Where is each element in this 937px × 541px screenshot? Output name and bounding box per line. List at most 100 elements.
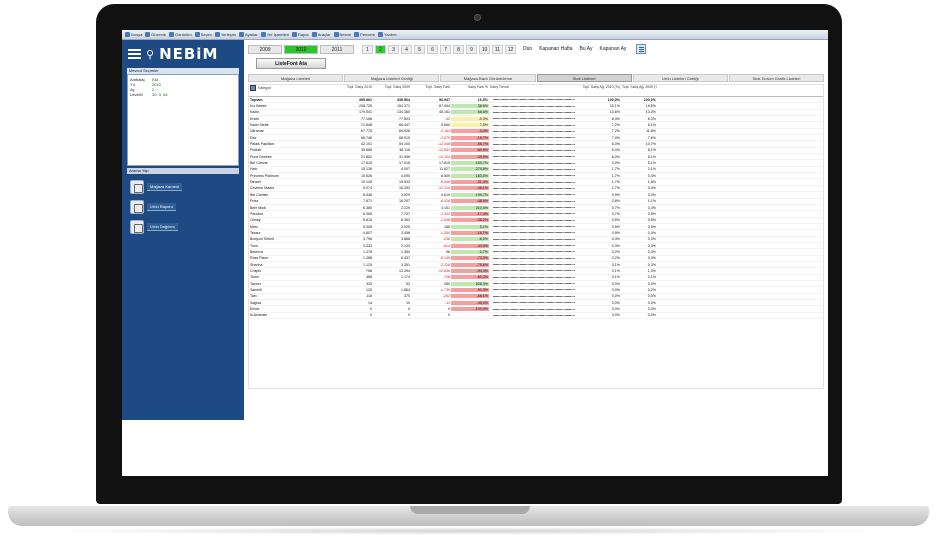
column-header[interactable]: Topl. Satış 2009 xyxy=(373,85,411,96)
report-tab[interactable]: Mağaza Listeleri xyxy=(248,74,344,82)
report-tab[interactable]: Mağaza Listeleri Grafiği xyxy=(344,74,440,82)
table-cell: 0 xyxy=(408,307,410,312)
month-filter-button[interactable]: 1 xyxy=(362,44,373,54)
table-cell: 0,8% xyxy=(611,199,620,204)
column-header[interactable]: Kategori xyxy=(249,85,335,96)
period-filter-button[interactable]: Dün xyxy=(523,46,532,52)
table-cell: -3,4% xyxy=(451,129,489,134)
table-cell xyxy=(489,269,579,272)
toolbar-item[interactable]: Düzenle xyxy=(145,32,166,37)
table-cell: -45,0% xyxy=(451,300,489,305)
month-filter-button[interactable]: 5 xyxy=(414,44,425,54)
column-header[interactable]: Satış Trendi xyxy=(489,85,579,96)
toolbar-icon xyxy=(260,32,266,37)
report-icon xyxy=(130,200,144,214)
year-filter-button[interactable]: 2010 xyxy=(284,44,318,54)
table-cell: 333 xyxy=(366,281,372,286)
month-filter-button[interactable]: 10 xyxy=(479,44,490,54)
period-filter-button[interactable]: Kapanan Ay xyxy=(600,46,627,52)
toolbar-item-label: Araçlar xyxy=(317,32,331,37)
table-row[interactable]: Is Ariarrale 0 0 0 0,0% 0,0% xyxy=(249,313,823,320)
month-filter-button[interactable]: 8 xyxy=(453,44,464,54)
table-cell: 1.350 xyxy=(401,249,410,254)
table-cell: 0,4% xyxy=(647,256,656,261)
table-cell: -238 xyxy=(442,237,450,242)
column-header[interactable]: Topl. Satış 2010 xyxy=(335,85,373,96)
period-filter-button[interactable]: Bu Ay xyxy=(580,46,593,52)
toolbar-item[interactable]: Görünüm xyxy=(169,32,192,37)
month-filter-button[interactable]: 7 xyxy=(440,44,451,54)
selection-row[interactable]: Levell3 30, 3, 54 xyxy=(130,92,236,97)
trend-sparkline xyxy=(493,206,575,209)
table-cell: 66.447 xyxy=(399,123,410,128)
toolbar-item[interactable]: Ayarlar xyxy=(239,32,258,37)
table-cell: -75,6% xyxy=(451,262,489,267)
toolbar-icon xyxy=(145,32,151,37)
sidebar-nav-button[interactable]: Ürün Dağılımı xyxy=(130,220,239,234)
sidebar-nav-button[interactable]: Mağaza Karnesi xyxy=(130,180,239,194)
column-header[interactable]: Satış Fark % xyxy=(451,85,489,96)
search-icon[interactable]: ⚲ xyxy=(146,48,154,61)
table-cell: 10.526 xyxy=(361,173,372,178)
list-font-button[interactable]: ListeFont Ata xyxy=(256,58,326,69)
table-cell: 100,7% xyxy=(451,161,489,166)
table-cell xyxy=(489,238,579,241)
table-cell: 0 xyxy=(448,313,450,318)
table-cell: 3.333 xyxy=(363,243,372,248)
month-filter-button[interactable]: 11 xyxy=(492,44,503,54)
month-filter-button[interactable]: 6 xyxy=(427,44,438,54)
toolbar-item[interactable]: Yer İşaretleri xyxy=(260,32,289,37)
toolbar-item[interactable]: Dosya xyxy=(125,32,142,37)
trend-sparkline xyxy=(493,244,575,247)
laptop-screen: Dosya Düzenle Görünüm Seçim Yerleşim Ayarlar Y… xyxy=(122,30,828,476)
table-cell: Ultramar xyxy=(250,129,264,134)
period-filter-button[interactable]: Kapanan Hafta xyxy=(539,46,572,52)
table-cell: Erkek xyxy=(250,116,260,121)
table-cell: 69.928 xyxy=(399,129,410,134)
column-header[interactable]: Topl. Satış Ağ. 2009 (%) xyxy=(621,85,657,96)
table-cell: 0 xyxy=(370,313,372,318)
toolbar-item[interactable]: Nesne xyxy=(333,32,351,37)
toolbar-item[interactable]: Seçim xyxy=(194,32,212,37)
search-panel-header[interactable]: Arama Yap xyxy=(127,168,239,174)
table-cell: 54.100 xyxy=(399,142,410,147)
column-header[interactable]: Topl. Satış Ağ. 2010 (%) xyxy=(579,85,621,96)
year-filter-button[interactable]: 2011 xyxy=(320,44,354,54)
toolbar-item[interactable]: Yerleşim xyxy=(214,32,236,37)
app-toolbar: Dosya Düzenle Görünüm Seçim Yerleşim Ayarlar Y… xyxy=(122,30,828,40)
month-filter-button[interactable]: 4 xyxy=(401,44,412,54)
table-cell: -68,1% xyxy=(451,294,489,299)
table-cell: Samirill xyxy=(250,287,262,292)
toolbar-item[interactable]: Araçlar xyxy=(311,32,331,37)
month-filter-button[interactable]: 12 xyxy=(505,44,516,54)
table-cell: 21.852 xyxy=(361,154,372,159)
year-filter-button[interactable]: 2009 xyxy=(248,44,282,54)
toolbar-item[interactable]: Rapor xyxy=(291,32,309,37)
table-cell: Dior xyxy=(250,135,257,140)
table-cell: 0,3% xyxy=(647,237,656,242)
table-cell: 5.815 xyxy=(363,218,372,223)
table-cell xyxy=(489,193,579,196)
table-cell xyxy=(489,231,579,234)
month-filter-button[interactable]: 9 xyxy=(466,44,477,54)
trend-sparkline xyxy=(493,117,575,120)
table-cell: 0,3% xyxy=(611,243,620,248)
table-cell xyxy=(489,282,579,285)
export-excel-icon[interactable] xyxy=(636,44,647,54)
sidebar-nav-button[interactable]: Ürün Raporu xyxy=(130,200,239,214)
report-tab[interactable]: Stok Durum Grafik Listeleri xyxy=(728,74,825,82)
table-cell: 183,0% xyxy=(451,173,489,178)
table-cell: -42 xyxy=(444,116,450,121)
month-filter-button[interactable]: 3 xyxy=(388,44,399,54)
report-tab[interactable]: Mağaza Bazlı Görüntüleme xyxy=(440,74,536,82)
menu-icon[interactable] xyxy=(128,49,141,59)
trend-sparkline xyxy=(493,111,575,114)
table-cell: 0,0% xyxy=(611,281,620,286)
dimension-selector[interactable]: Kategori xyxy=(250,85,334,91)
toolbar-item[interactable]: Yardım xyxy=(378,32,397,37)
column-header[interactable]: Topl. Satış Fark xyxy=(411,85,451,96)
month-filter-button[interactable]: 2 xyxy=(375,44,386,54)
report-tab[interactable]: Ürün Listeleri Grafiği xyxy=(632,74,728,82)
toolbar-item[interactable]: Pencere xyxy=(354,32,375,37)
report-tab[interactable]: Stok Listeleri xyxy=(536,74,632,82)
